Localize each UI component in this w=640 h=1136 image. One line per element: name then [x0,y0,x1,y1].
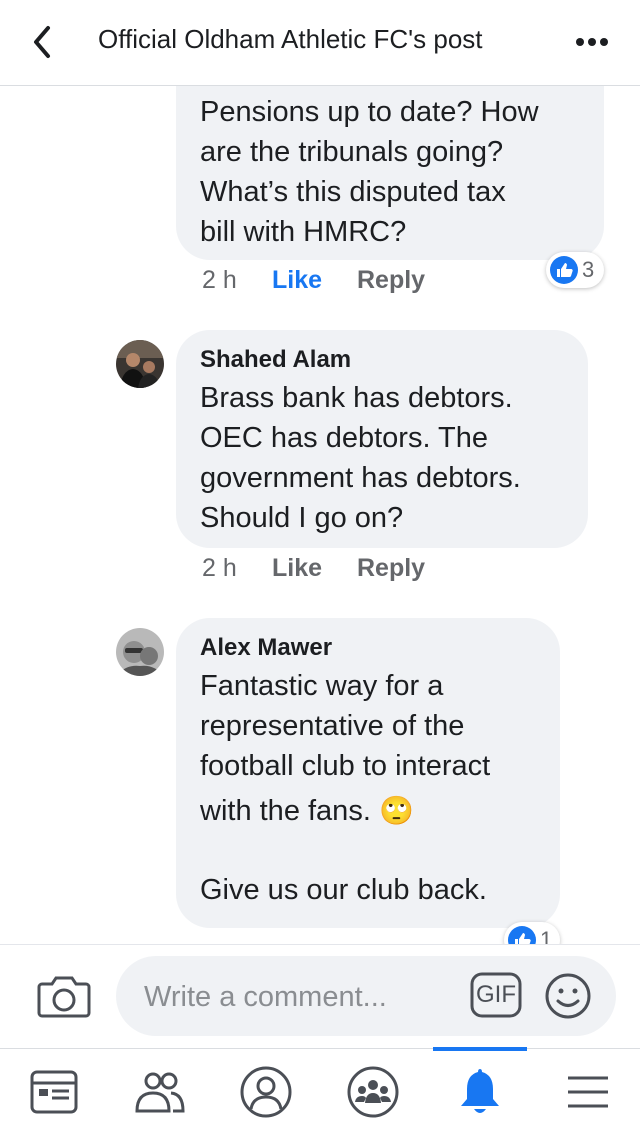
reaction-count: 3 [582,257,595,282]
more-options-button[interactable] [566,24,618,60]
comment-bubble: Pensions up to date? How are the tribuna… [176,86,604,260]
comment-meta: 2 h Like Reply [202,266,502,300]
reaction-count-badge[interactable]: 3 [546,252,604,288]
comment-meta: 2 h Like Reply [202,554,502,588]
friends-icon [135,1072,185,1113]
reaction-count: 1 [540,927,553,944]
comments-feed[interactable]: Pensions up to date? How are the tribuna… [0,86,640,944]
camera-button[interactable] [36,972,92,1020]
news-feed-icon [30,1070,78,1114]
like-link[interactable]: Like [272,266,322,295]
page-title: Official Oldham Athletic FC's post [98,24,483,54]
ellipsis-icon [576,38,608,46]
comment-text: Fantastic way for a representative of th… [200,670,491,906]
comment-timestamp: 2 h [202,554,237,582]
thumbs-up-icon [550,256,578,284]
comment-bubble: Shahed Alam Brass bank has debtors. OEC … [176,330,588,548]
comment-bubble: Alex Mawer Fantastic way for a represent… [176,618,560,928]
tab-notifications[interactable] [448,1060,512,1124]
camera-icon [37,976,91,1018]
gif-button[interactable]: GIF [470,972,522,1018]
comment-author[interactable]: Shahed Alam [200,346,564,374]
comment-input[interactable] [142,976,456,1018]
comment-text: Brass bank has debtors. OEC has debtors.… [200,382,521,534]
bell-icon [461,1069,499,1113]
avatar[interactable] [116,340,164,388]
reply-link[interactable]: Reply [357,266,425,295]
avatar[interactable] [116,628,164,676]
emoji-button[interactable] [544,972,592,1020]
tab-menu[interactable] [556,1060,620,1124]
bottom-tab-bar [0,1048,640,1136]
hamburger-menu-icon [568,1076,608,1108]
back-button[interactable] [22,20,68,64]
tab-news-feed[interactable] [22,1060,86,1124]
smiley-icon [545,973,591,1019]
profile-icon [240,1066,292,1118]
tab-profile[interactable] [234,1060,298,1124]
thumbs-up-icon [508,926,536,944]
gif-label: GIF [476,981,516,1008]
tab-friends[interactable] [128,1060,192,1124]
reaction-count-badge[interactable]: 1 [504,922,560,944]
comment-input-container[interactable] [116,956,616,1036]
comment-author[interactable]: Alex Mawer [200,634,536,662]
eye-roll-emoji: 🙄 [378,795,414,826]
groups-icon [347,1066,399,1118]
active-tab-indicator [433,1047,527,1051]
like-link[interactable]: Like [272,554,322,583]
reply-link[interactable]: Reply [357,554,425,583]
tab-groups[interactable] [341,1060,405,1124]
comment-text: Pensions up to date? How are the tribuna… [200,96,539,248]
post-header: Official Oldham Athletic FC's post [0,0,640,86]
chevron-left-icon [34,26,50,58]
comment-timestamp: 2 h [202,266,237,294]
